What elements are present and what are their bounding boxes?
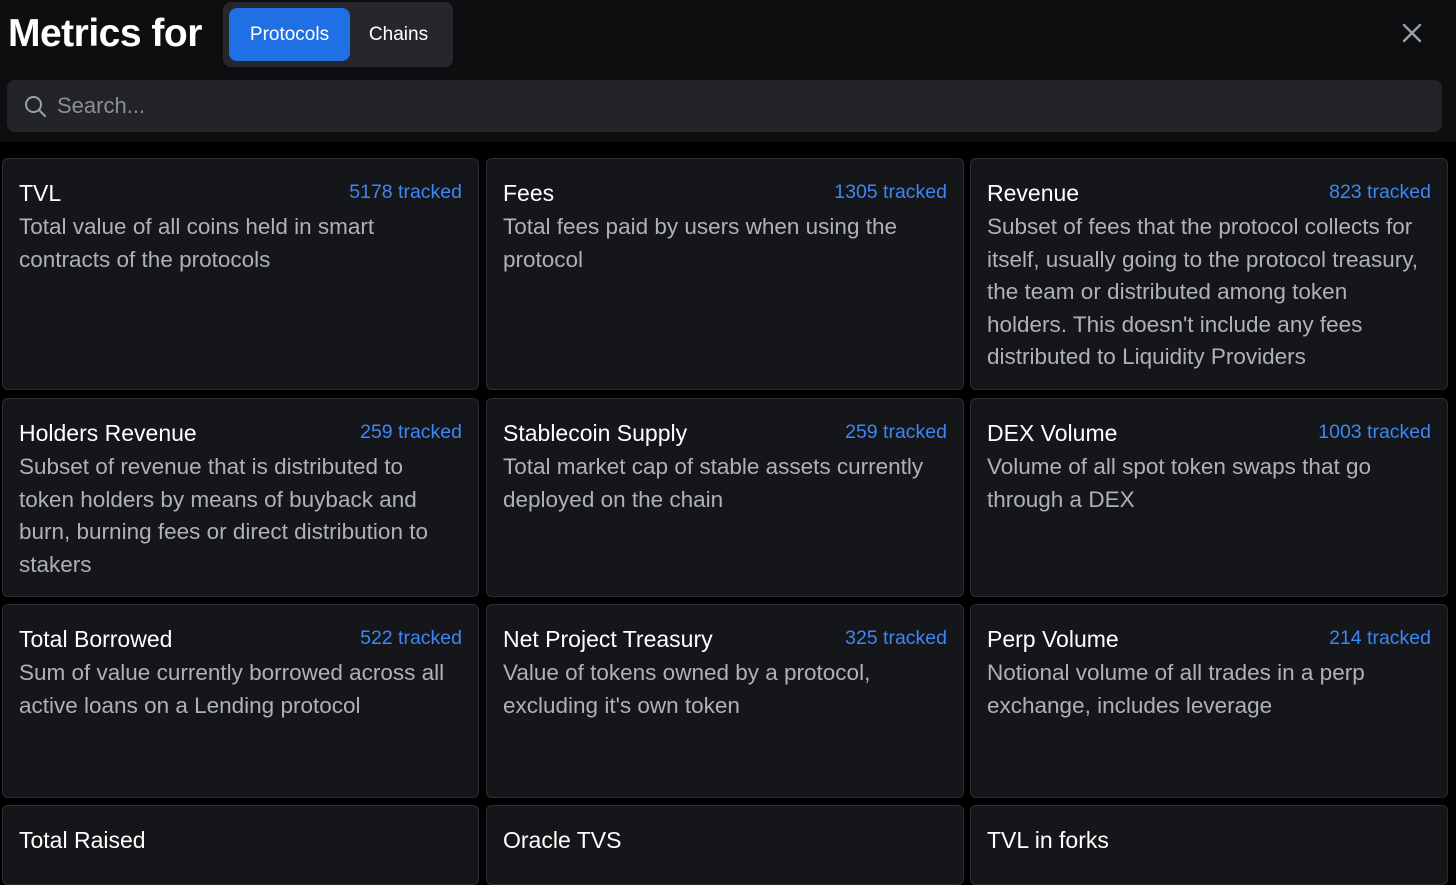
tracked-count: 259 tracked — [845, 421, 947, 443]
metric-card-fees[interactable]: Fees 1305 tracked Total fees paid by use… — [486, 158, 964, 390]
tracked-count: 214 tracked — [1329, 627, 1431, 649]
metric-name: TVL — [19, 180, 62, 206]
metric-name: Net Project Treasury — [503, 626, 713, 652]
metric-card-holders-revenue[interactable]: Holders Revenue 259 tracked Subset of re… — [2, 398, 479, 597]
metric-card-perp-volume[interactable]: Perp Volume 214 tracked Notional volume … — [970, 604, 1448, 798]
tracked-count: 325 tracked — [845, 627, 947, 649]
metrics-grid: TVL 5178 tracked Total value of all coin… — [0, 150, 1456, 885]
tracked-count: 5178 tracked — [349, 181, 462, 203]
tracked-count: 823 tracked — [1329, 181, 1431, 203]
metric-card-dex-volume[interactable]: DEX Volume 1003 tracked Volume of all sp… — [970, 398, 1448, 597]
close-icon — [1402, 23, 1422, 43]
metric-name: Holders Revenue — [19, 420, 197, 446]
metric-description: Sum of value currently borrowed across a… — [19, 660, 445, 718]
metric-name: Perp Volume — [987, 626, 1119, 652]
metric-name: Stablecoin Supply — [503, 420, 688, 446]
header: Metrics for Protocols Chains — [0, 0, 1456, 142]
metric-card-total-borrowed[interactable]: Total Borrowed 522 tracked Sum of value … — [2, 604, 479, 798]
metric-card-oracle-tvs[interactable]: Oracle TVS — [486, 805, 964, 885]
tracked-count: 1003 tracked — [1318, 421, 1431, 443]
tracked-count: 522 tracked — [360, 627, 462, 649]
metric-card-net-project-treasury[interactable]: Net Project Treasury 325 tracked Value o… — [486, 604, 964, 798]
page-title: Metrics for — [8, 12, 202, 55]
metric-name: Revenue — [987, 180, 1080, 206]
search-bar — [7, 80, 1442, 132]
metric-name: Total Borrowed — [19, 626, 173, 652]
metric-name: DEX Volume — [987, 420, 1118, 446]
search-icon — [25, 96, 46, 117]
tracked-count: 1305 tracked — [834, 181, 947, 203]
metric-name: Fees — [503, 180, 555, 206]
metric-card-revenue[interactable]: Revenue 823 tracked Subset of fees that … — [970, 158, 1448, 390]
metric-description: Subset of fees that the protocol collect… — [987, 214, 1419, 369]
metric-card-stablecoin-supply[interactable]: Stablecoin Supply 259 tracked Total mark… — [486, 398, 964, 597]
metric-description: Notional volume of all trades in a perp … — [987, 660, 1365, 718]
tab-protocols[interactable]: Protocols — [229, 8, 350, 61]
metric-card-tvl[interactable]: TVL 5178 tracked Total value of all coin… — [2, 158, 479, 390]
metric-description: Total value of all coins held in smart c… — [19, 214, 375, 272]
search-input[interactable] — [57, 80, 1427, 132]
metric-description: Value of tokens owned by a protocol, exc… — [503, 660, 871, 718]
metric-name: TVL in forks — [987, 827, 1109, 853]
metric-card-tvl-in-forks[interactable]: TVL in forks — [970, 805, 1448, 885]
metric-description: Volume of all spot token swaps that go t… — [987, 454, 1371, 512]
metric-name: Total Raised — [19, 827, 146, 853]
metric-card-total-raised[interactable]: Total Raised — [2, 805, 479, 885]
metric-description: Total market cap of stable assets curren… — [503, 454, 924, 512]
tracked-count: 259 tracked — [360, 421, 462, 443]
tab-chains[interactable]: Chains — [350, 8, 447, 61]
metric-description: Subset of revenue that is distributed to… — [19, 454, 428, 577]
metric-name: Oracle TVS — [503, 827, 622, 853]
metric-description: Total fees paid by users when using the … — [503, 214, 897, 272]
entity-type-toggle: Protocols Chains — [223, 2, 453, 67]
close-button[interactable] — [1396, 17, 1428, 49]
